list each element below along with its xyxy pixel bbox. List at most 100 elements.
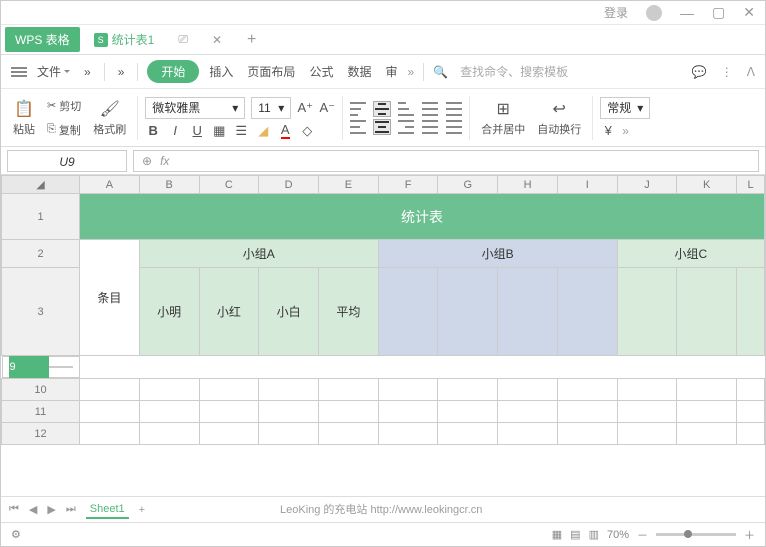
- indent-inc-icon[interactable]: [446, 102, 462, 116]
- view-break-icon[interactable]: ▥: [589, 528, 599, 541]
- cell-group-c[interactable]: 小组C: [617, 240, 764, 268]
- cell[interactable]: [557, 268, 617, 356]
- settings-icon[interactable]: ⚙: [11, 528, 21, 541]
- row-header[interactable]: 11: [2, 401, 80, 423]
- view-page-icon[interactable]: ▤: [570, 528, 580, 541]
- minimize-button[interactable]: ―: [680, 5, 694, 21]
- cell[interactable]: [438, 268, 498, 356]
- col-header[interactable]: H: [498, 176, 558, 194]
- menu-file[interactable]: 文件: [33, 60, 74, 83]
- row-header[interactable]: 1: [2, 194, 80, 240]
- distribute-icon[interactable]: [446, 120, 462, 134]
- cell[interactable]: [677, 268, 737, 356]
- italic-button[interactable]: I: [167, 123, 183, 139]
- next-sheet-icon[interactable]: ▶: [47, 503, 55, 516]
- clear-format-button[interactable]: ◇: [299, 123, 315, 139]
- presentation-icon[interactable]: ⎚: [178, 32, 188, 47]
- cell-group-b[interactable]: 小组B: [378, 240, 617, 268]
- underline-button[interactable]: U: [189, 123, 205, 139]
- menu-more2[interactable]: »: [114, 62, 129, 82]
- paste-group[interactable]: 📋 粘贴: [9, 89, 39, 146]
- trace-icon[interactable]: ⊕: [142, 154, 152, 168]
- avatar-icon[interactable]: [646, 5, 662, 21]
- row-header[interactable]: 10: [2, 379, 80, 401]
- title-cell[interactable]: 统计表: [80, 194, 765, 240]
- menu-review[interactable]: 审: [381, 60, 401, 83]
- prev-sheet-icon[interactable]: ◀: [29, 503, 37, 516]
- zoom-slider[interactable]: [656, 533, 736, 536]
- number-format-select[interactable]: 常规▾: [600, 97, 650, 119]
- size-select[interactable]: 11▾: [251, 97, 291, 119]
- first-sheet-icon[interactable]: ⏮: [9, 503, 19, 516]
- menu-insert[interactable]: 插入: [205, 60, 237, 83]
- fx-icon[interactable]: fx: [160, 154, 169, 168]
- cell[interactable]: [737, 268, 765, 356]
- align-right-icon[interactable]: [398, 120, 414, 134]
- cell[interactable]: [498, 268, 558, 356]
- close-button[interactable]: ✕: [743, 4, 755, 21]
- format-painter-button[interactable]: 🖌 格式刷: [89, 89, 130, 146]
- menu-layout[interactable]: 页面布局: [243, 60, 299, 83]
- col-header[interactable]: E: [319, 176, 379, 194]
- zoom-out-button[interactable]: －: [637, 527, 648, 543]
- spreadsheet[interactable]: ◢ A B C D E F G H I J K L 1 统计表 2 条目 小组A…: [1, 175, 765, 496]
- cell[interactable]: [378, 268, 438, 356]
- maximize-button[interactable]: ▢: [712, 4, 725, 21]
- add-sheet-button[interactable]: +: [139, 504, 145, 516]
- row-header[interactable]: 9: [9, 356, 49, 378]
- menu-more1[interactable]: »: [80, 62, 95, 82]
- select-all-corner[interactable]: ◢: [2, 176, 80, 194]
- col-header[interactable]: K: [677, 176, 737, 194]
- wrap-button[interactable]: ↩自动换行: [533, 89, 585, 146]
- cell[interactable]: 小明: [139, 268, 199, 356]
- kebab-icon[interactable]: ⋮: [721, 65, 733, 79]
- close-tab-icon[interactable]: ✕: [212, 33, 222, 47]
- copy-button[interactable]: ⎘复制: [43, 120, 85, 140]
- border-button[interactable]: ▦: [211, 123, 227, 139]
- indent-dec-icon[interactable]: [422, 102, 438, 116]
- chat-icon[interactable]: 💬: [692, 65, 707, 79]
- row-header[interactable]: 2: [2, 240, 80, 268]
- currency-icon[interactable]: ¥: [600, 123, 616, 139]
- col-header[interactable]: L: [737, 176, 765, 194]
- col-header[interactable]: G: [438, 176, 498, 194]
- collapse-ribbon-icon[interactable]: ᐱ: [747, 65, 755, 79]
- align-center-icon[interactable]: [374, 120, 390, 134]
- col-header[interactable]: B: [139, 176, 199, 194]
- cell-group-a[interactable]: 小组A: [139, 240, 378, 268]
- menu-formula[interactable]: 公式: [305, 60, 337, 83]
- merge-button[interactable]: ⊞合并居中: [477, 89, 529, 146]
- cell-reference[interactable]: U9: [7, 150, 127, 172]
- menu-data[interactable]: 数据: [343, 60, 375, 83]
- col-header[interactable]: J: [617, 176, 677, 194]
- formula-input[interactable]: ⊕ fx: [133, 150, 759, 172]
- font-color-button[interactable]: A: [277, 123, 293, 139]
- row-header[interactable]: 3: [2, 268, 80, 356]
- row-header[interactable]: 12: [2, 423, 80, 445]
- align-middle-icon[interactable]: [374, 102, 390, 116]
- login-link[interactable]: 登录: [604, 4, 628, 21]
- increase-font-icon[interactable]: A⁺: [297, 100, 313, 116]
- align-bottom-icon[interactable]: [398, 102, 414, 116]
- align-top-icon[interactable]: [350, 102, 366, 116]
- add-tab-button[interactable]: +: [232, 31, 271, 49]
- cell[interactable]: [617, 268, 677, 356]
- hamburger-icon[interactable]: [11, 67, 27, 77]
- col-header[interactable]: A: [80, 176, 140, 194]
- fill-color-button[interactable]: ◢: [255, 123, 271, 139]
- col-header[interactable]: D: [259, 176, 319, 194]
- cell[interactable]: 平均: [319, 268, 379, 356]
- cell-item[interactable]: 条目: [80, 240, 140, 356]
- view-normal-icon[interactable]: ▦: [552, 528, 562, 541]
- align-left-icon[interactable]: [350, 120, 366, 134]
- menu-start[interactable]: 开始: [147, 60, 199, 83]
- search-input[interactable]: 查找命令、搜索模板: [454, 63, 686, 80]
- file-tab[interactable]: S 统计表1 ⎚ ✕: [84, 25, 232, 54]
- font-select[interactable]: 微软雅黑▾: [145, 97, 245, 119]
- decrease-font-icon[interactable]: A⁻: [319, 100, 335, 116]
- cut-button[interactable]: ✂剪切: [43, 96, 85, 116]
- last-sheet-icon[interactable]: ⏭: [66, 503, 76, 516]
- col-header[interactable]: F: [378, 176, 438, 194]
- bold-button[interactable]: B: [145, 123, 161, 139]
- zoom-in-button[interactable]: ＋: [744, 527, 755, 543]
